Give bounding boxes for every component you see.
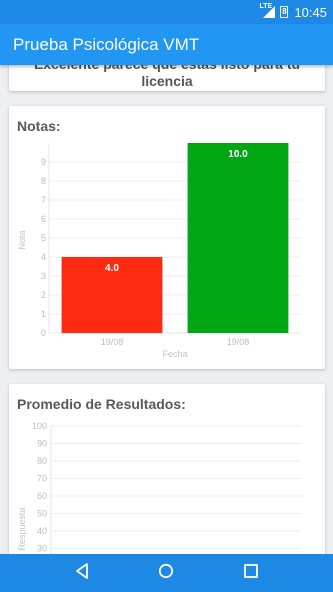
y-tick-label: 5 [41,233,46,243]
result-message-line2: licencia [141,73,193,89]
y-tick-label: 50 [37,509,47,519]
status-time: 10:45 [294,4,327,20]
data-label: 4.0 [105,263,119,274]
y-tick-label: 70 [37,474,47,484]
app-bar: Prueba Psicológica VMT [0,24,333,65]
navigation-bar [0,554,333,592]
notas-chart: 0 1 2 3 4 5 6 7 8 9 4.0 19/08 10.0 19/08 Fecha Nota [17,143,301,359]
y-tick-label: 7 [41,195,46,205]
bar [187,143,289,333]
x-tick-label: 19/08 [101,337,124,347]
promedio-card: Promedio de Resultados: 100 90 80 70 60 50 40 3… [9,384,325,554]
x-tick-label: 19/08 [227,337,250,347]
y-tick-label: 0 [41,328,46,338]
y-tick-label: 60 [37,491,47,501]
y-tick-label: 40 [37,526,47,536]
signal-icon: LTE [259,3,276,18]
recents-icon[interactable] [243,563,259,584]
scroll-content[interactable]: Excelente parece que estás listo para tu… [0,65,333,554]
y-tick-label: 6 [41,214,46,224]
result-message: Excelente parece que estás listo para tu… [9,65,325,90]
y-tick-label: 1 [41,309,46,319]
y-tick-label: 100 [32,421,47,431]
data-label: 10.0 [228,149,248,160]
result-message-line1: Excelente parece que estás listo para tu [9,65,325,73]
y-tick-label: 30 [37,544,47,554]
app-title: Prueba Psicológica VMT [13,34,200,54]
y-tick-label: 8 [41,176,46,186]
y-axis-title: Nota [17,230,27,249]
y-tick-label: 80 [37,456,47,466]
notas-card: Notas: 0 1 2 3 4 5 6 7 8 9 4.0 19/08 10.0 19/08 Fecha N… [9,106,325,369]
y-tick-label: 3 [41,271,46,281]
home-icon[interactable] [158,563,174,584]
promedio-chart: 100 90 80 70 60 50 40 30 Respuesta [17,421,301,554]
battery-icon: 8 [280,6,289,18]
status-bar: LTE 8 10:45 [0,0,333,24]
y-tick-label: 90 [37,439,47,449]
back-icon[interactable] [74,562,90,584]
y-axis-title: Respuesta [17,507,27,550]
x-axis-title: Fecha [162,349,187,359]
y-tick-label: 2 [41,290,46,300]
y-tick-label: 9 [41,157,46,167]
y-tick-label: 4 [41,252,46,262]
result-card: Excelente parece que estás listo para tu… [9,65,325,91]
